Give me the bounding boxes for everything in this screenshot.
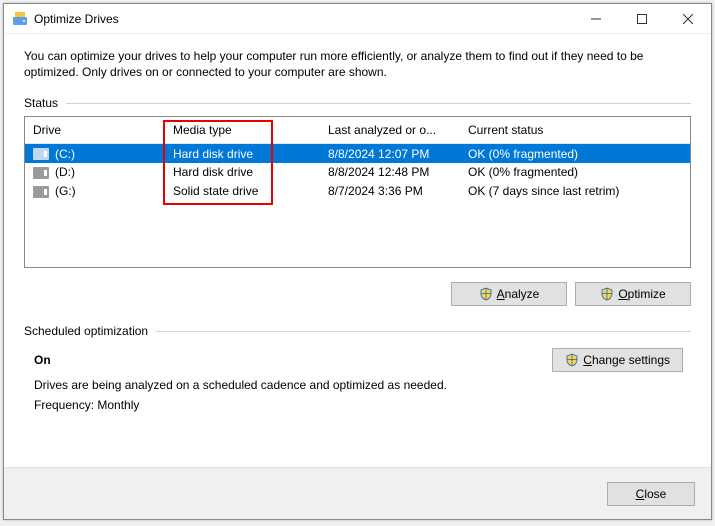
titlebar[interactable]: Optimize Drives [4, 4, 711, 34]
drive-icon [33, 186, 49, 198]
drive-name: (D:) [55, 165, 75, 179]
col-drive[interactable]: Drive [25, 117, 165, 144]
scheduled-on: On [34, 353, 552, 367]
drive-last: 8/8/2024 12:48 PM [320, 163, 460, 182]
scheduled-freq: Frequency: Monthly [34, 398, 683, 412]
accel: O [618, 287, 627, 301]
scheduled-desc: Drives are being analyzed on a scheduled… [34, 378, 683, 392]
drive-last: 8/7/2024 3:36 PM [320, 182, 460, 201]
window-title: Optimize Drives [34, 12, 573, 26]
action-button-row: Analyze Optimize [24, 282, 691, 306]
scheduled-label: Scheduled optimization [24, 324, 148, 338]
status-label: Status [24, 96, 58, 110]
drive-media: Solid state drive [165, 182, 320, 201]
status-section-header: Status [24, 96, 691, 110]
analyze-button[interactable]: Analyze [451, 282, 567, 306]
divider [66, 103, 691, 104]
accel: C [583, 353, 592, 367]
scheduled-body: On Change settings Drives are being anal… [24, 344, 691, 412]
drive-status: OK (0% fragmented) [460, 163, 690, 182]
drive-media: Hard disk drive [165, 144, 320, 163]
drive-icon [33, 167, 49, 179]
shield-icon [479, 287, 493, 301]
drive-name: (G:) [55, 184, 76, 198]
optimize-button[interactable]: Optimize [575, 282, 691, 306]
dialog-footer: Close [4, 467, 711, 519]
maximize-button[interactable] [619, 4, 665, 33]
scheduled-section-header: Scheduled optimization [24, 324, 691, 338]
close-window-button[interactable] [665, 4, 711, 33]
drive-name: (C:) [55, 147, 75, 161]
content-area: You can optimize your drives to help you… [4, 34, 711, 467]
drive-media: Hard disk drive [165, 163, 320, 182]
minimize-button[interactable] [573, 4, 619, 33]
col-media[interactable]: Media type [165, 117, 320, 144]
column-header-row[interactable]: Drive Media type Last analyzed or o... C… [25, 117, 690, 144]
window-controls [573, 4, 711, 33]
drive-status: OK (0% fragmented) [460, 144, 690, 163]
divider [156, 331, 691, 332]
shield-icon [600, 287, 614, 301]
app-icon [12, 11, 28, 27]
change-settings-button[interactable]: Change settings [552, 348, 683, 372]
close-button[interactable]: Close [607, 482, 695, 506]
drives-grid[interactable]: Drive Media type Last analyzed or o... C… [24, 116, 691, 268]
col-last[interactable]: Last analyzed or o... [320, 117, 460, 144]
drive-last: 8/8/2024 12:07 PM [320, 144, 460, 163]
drive-status: OK (7 days since last retrim) [460, 182, 690, 201]
shield-icon [565, 353, 579, 367]
intro-text: You can optimize your drives to help you… [24, 48, 691, 80]
accel: A [497, 287, 505, 301]
optimize-drives-window: Optimize Drives You can optimize your dr… [3, 3, 712, 520]
table-row[interactable]: (D:) Hard disk drive 8/8/2024 12:48 PM O… [25, 163, 690, 182]
table-row[interactable]: (C:) Hard disk drive 8/8/2024 12:07 PM O… [25, 144, 690, 163]
col-status[interactable]: Current status [460, 117, 690, 144]
table-row[interactable]: (G:) Solid state drive 8/7/2024 3:36 PM … [25, 182, 690, 201]
drive-icon [33, 148, 49, 160]
